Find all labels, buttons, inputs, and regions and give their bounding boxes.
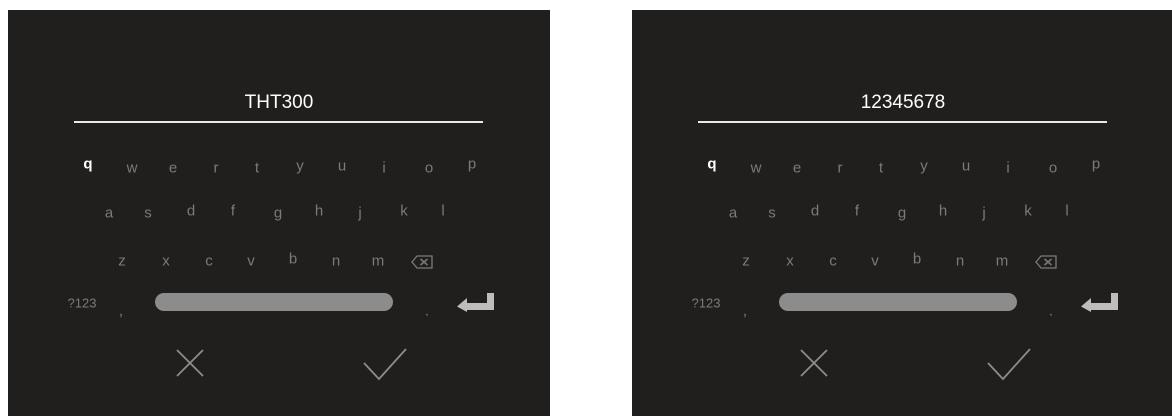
backspace-icon[interactable] [1035, 255, 1057, 269]
key-e[interactable]: e [169, 161, 177, 176]
key-j[interactable]: j [358, 206, 361, 221]
key-p[interactable]: p [468, 157, 476, 172]
key-m[interactable]: m [372, 254, 385, 269]
check-icon[interactable] [362, 346, 408, 382]
key-period[interactable]: . [425, 304, 429, 319]
key-o[interactable]: o [1049, 161, 1057, 176]
keyboard-panel: THT300 q w e r t y u i o p a s d f g h j… [8, 10, 550, 416]
entry-text: 12345678 [860, 92, 946, 113]
key-n[interactable]: n [332, 254, 340, 269]
key-g[interactable]: g [274, 206, 282, 221]
key-p[interactable]: p [1092, 157, 1100, 172]
key-x[interactable]: x [786, 254, 794, 269]
mode-switch-key[interactable]: ?123 [68, 296, 97, 311]
key-g[interactable]: g [898, 206, 906, 221]
key-z[interactable]: z [118, 254, 126, 269]
key-r[interactable]: r [214, 161, 219, 176]
key-f[interactable]: f [231, 204, 235, 219]
key-c[interactable]: c [205, 254, 213, 269]
key-f[interactable]: f [855, 204, 859, 219]
key-b[interactable]: b [289, 252, 297, 267]
key-b[interactable]: b [913, 252, 921, 267]
space-bar[interactable] [779, 293, 1017, 311]
key-v[interactable]: v [247, 254, 255, 269]
key-i[interactable]: i [1006, 161, 1009, 176]
key-y[interactable]: y [296, 159, 304, 174]
key-i[interactable]: i [382, 161, 385, 176]
key-h[interactable]: h [315, 204, 323, 219]
key-o[interactable]: o [425, 161, 433, 176]
key-w[interactable]: w [127, 161, 138, 176]
key-e[interactable]: e [793, 161, 801, 176]
key-q[interactable]: q [83, 157, 92, 172]
key-q[interactable]: q [707, 157, 716, 172]
key-d[interactable]: d [187, 204, 195, 219]
backspace-icon[interactable] [411, 255, 433, 269]
key-d[interactable]: d [811, 204, 819, 219]
key-u[interactable]: u [338, 159, 346, 174]
key-k[interactable]: k [1024, 204, 1032, 219]
key-t[interactable]: t [879, 161, 883, 176]
key-k[interactable]: k [400, 204, 408, 219]
entry-underline [698, 121, 1107, 123]
close-icon[interactable] [798, 347, 830, 379]
key-n[interactable]: n [956, 254, 964, 269]
key-h[interactable]: h [939, 204, 947, 219]
close-icon[interactable] [174, 347, 206, 379]
key-period[interactable]: . [1049, 304, 1053, 319]
enter-icon[interactable] [1079, 292, 1119, 312]
key-z[interactable]: z [742, 254, 750, 269]
key-y[interactable]: y [920, 159, 928, 174]
key-u[interactable]: u [962, 159, 970, 174]
key-a[interactable]: a [105, 206, 113, 221]
entry-underline [74, 121, 483, 123]
key-m[interactable]: m [996, 254, 1009, 269]
key-c[interactable]: c [829, 254, 837, 269]
enter-icon[interactable] [455, 292, 495, 312]
space-bar[interactable] [155, 293, 393, 311]
key-a[interactable]: a [729, 206, 737, 221]
check-icon[interactable] [986, 346, 1032, 382]
entry-text: THT300 [244, 92, 314, 113]
keyboard-panel: 12345678 q w e r t y u i o p a s d f g h… [632, 10, 1172, 416]
key-x[interactable]: x [162, 254, 170, 269]
key-s[interactable]: s [144, 206, 152, 221]
key-l[interactable]: l [441, 204, 444, 219]
key-w[interactable]: w [751, 161, 762, 176]
key-comma[interactable]: , [119, 304, 123, 319]
mode-switch-key[interactable]: ?123 [692, 296, 721, 311]
key-v[interactable]: v [871, 254, 879, 269]
key-j[interactable]: j [982, 206, 985, 221]
key-r[interactable]: r [838, 161, 843, 176]
key-l[interactable]: l [1065, 204, 1068, 219]
key-t[interactable]: t [255, 161, 259, 176]
key-comma[interactable]: , [743, 304, 747, 319]
key-s[interactable]: s [768, 206, 776, 221]
